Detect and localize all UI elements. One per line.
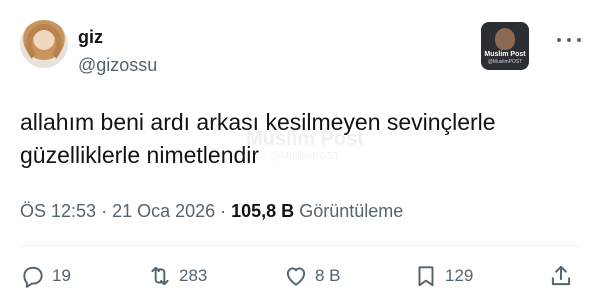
tweet-date[interactable]: 21 Oca 2026 bbox=[112, 201, 215, 221]
retweet-button[interactable]: 283 bbox=[147, 260, 207, 292]
bookmark-count: 129 bbox=[445, 266, 474, 285]
user-handle[interactable]: @gizossu bbox=[78, 55, 157, 76]
reply-button[interactable]: 19 bbox=[20, 260, 71, 292]
retweet-count: 283 bbox=[179, 266, 208, 285]
views-count: 105,8 B bbox=[231, 201, 295, 221]
tweet-time[interactable]: ÖS 12:53 bbox=[20, 201, 96, 221]
retweet-icon bbox=[151, 266, 169, 286]
heart-icon bbox=[286, 267, 306, 286]
tweet-text: allahım beni ardı arkası kesilmeyen sevi… bbox=[20, 106, 580, 172]
action-bar: 19 283 8 B 129 bbox=[20, 260, 581, 292]
tweet-meta: ÖS 12:53 · 21 Oca 2026 · 105,8 B Görüntü… bbox=[20, 201, 403, 222]
reply-count: 19 bbox=[52, 266, 71, 285]
meta-separator: · bbox=[96, 201, 113, 221]
share-button[interactable] bbox=[548, 260, 580, 292]
bookmark-icon bbox=[418, 266, 434, 287]
reply-icon bbox=[23, 266, 43, 288]
like-count: 8 B bbox=[315, 266, 341, 285]
meta-separator: · bbox=[215, 201, 232, 221]
brand-logo-title: Muslim Post bbox=[484, 51, 526, 58]
brand-logo: Muslim Post @MuslimPOST bbox=[481, 22, 529, 70]
share-icon bbox=[551, 265, 571, 286]
divider bbox=[20, 245, 581, 246]
bookmark-button[interactable]: 129 bbox=[413, 260, 473, 292]
tweet-header: giz @gizossu Muslim Post @MuslimPOST bbox=[20, 20, 581, 76]
brand-logo-handle: @MuslimPOST bbox=[487, 59, 523, 65]
like-button[interactable]: 8 B bbox=[283, 260, 341, 292]
tweet-text-line: güzelliklerle nimetlendir bbox=[20, 142, 260, 168]
tweet-text-line: allahım beni ardı arkası kesilmeyen sevi… bbox=[20, 109, 496, 135]
display-name[interactable]: giz bbox=[78, 27, 103, 48]
avatar[interactable] bbox=[20, 20, 68, 68]
views-label: Görüntüleme bbox=[294, 201, 404, 221]
more-icon[interactable] bbox=[557, 30, 581, 50]
